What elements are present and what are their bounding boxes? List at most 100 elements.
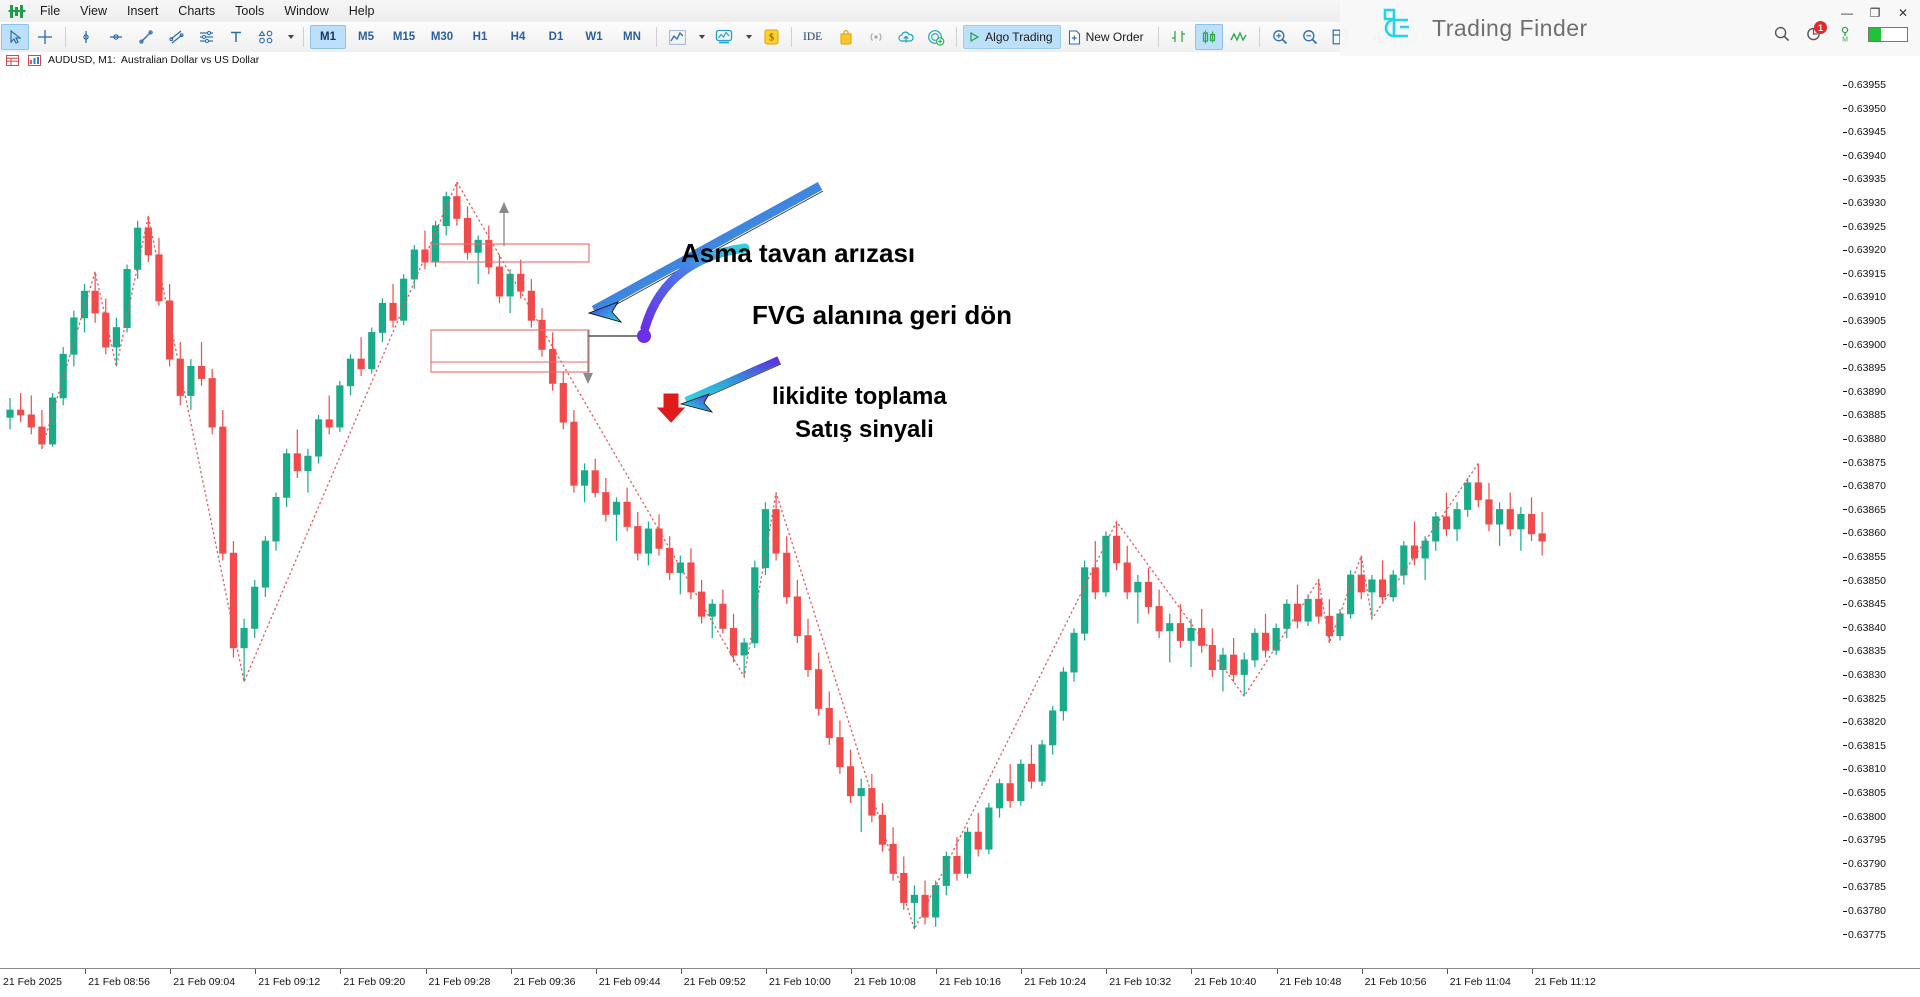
connection-status-icon[interactable]: М [1838,26,1852,42]
timeframe-m5[interactable]: M5 [348,25,384,49]
timeframe-m30[interactable]: M30 [424,25,460,49]
price-tick-label: 0.63875 [1843,457,1886,469]
price-tick-label: 0.63865 [1843,504,1886,516]
trading-finder-logo-icon [1378,8,1416,48]
time-tick-mark [1191,969,1193,974]
time-tick-label: 21 Feb 10:32 [1109,976,1172,988]
timeframe-mn[interactable]: MN [614,25,650,49]
time-tick-label: 21 Feb 09:04 [173,976,236,988]
crosshair-tool-button[interactable] [31,24,59,50]
trendline-tool-button[interactable] [132,24,160,50]
price-tick-label: 0.63840 [1843,622,1886,634]
time-tick-label: 21 Feb 09:20 [343,976,406,988]
ide-button[interactable]: IDE [798,25,830,49]
algo-trading-button[interactable]: Algo Trading [963,25,1061,49]
menu-charts[interactable]: Charts [169,1,224,21]
time-tick-label: 21 Feb 10:40 [1194,976,1257,988]
vertical-line-tool-button[interactable] [72,24,100,50]
market-watch-icon[interactable]: $ [757,24,785,50]
time-tick-mark [936,969,938,974]
channel-tool-button[interactable] [162,24,190,50]
order-block-box [430,329,590,373]
time-tick-mark [595,969,597,974]
notifications-icon[interactable]: 1 [1806,21,1827,42]
cursor-tool-button[interactable] [1,24,29,50]
horizontal-line-tool-button[interactable] [102,24,130,50]
notification-badge: 1 [1814,21,1827,34]
time-axis[interactable]: 21 Feb 2025 21 Feb 08:56 21 Feb 09:04 21 Fe… [0,968,1920,997]
chart-type-icon[interactable] [663,24,691,50]
time-tick-mark [1361,969,1363,974]
price-tick-label: 0.63835 [1843,645,1886,657]
menu-tools[interactable]: Tools [226,1,273,21]
chart-type-dropdown-icon[interactable] [693,24,708,50]
price-tick-label: 0.63940 [1843,150,1886,162]
fibonacci-tool-button[interactable] [192,24,220,50]
time-tick-mark [1531,969,1533,974]
vps-cloud-icon[interactable] [892,24,920,50]
chart-canvas[interactable]: Asma tavan arızası FVG alanına geri dön … [0,68,1844,968]
menu-window[interactable]: Window [275,1,337,21]
menu-insert[interactable]: Insert [118,1,167,21]
time-tick-mark [680,969,682,974]
minimize-button[interactable]: — [1840,6,1854,20]
close-button[interactable]: ✕ [1896,6,1910,20]
price-tick-label: 0.63815 [1843,740,1886,752]
market-bag-icon[interactable] [832,24,860,50]
timeframe-m15[interactable]: M15 [386,25,422,49]
time-tick-label: 21 Feb 09:44 [598,976,661,988]
timeframe-m1[interactable]: M1 [310,25,346,49]
signals-icon[interactable] [862,24,890,50]
indicators-dropdown-icon[interactable] [740,24,755,50]
time-tick-mark [510,969,512,974]
toolbar-separator-7 [1258,27,1260,47]
price-tick-label: 0.63915 [1843,268,1886,280]
toolbar-separator [65,27,66,47]
timeframe-h4[interactable]: H4 [500,25,536,49]
algo-trading-label: Algo Trading [985,30,1053,44]
indicators-icon[interactable] [710,24,738,50]
toolbar-separator-4 [791,27,792,47]
line-chart-icon[interactable] [1225,24,1253,50]
search-icon[interactable] [1774,26,1790,42]
window-controls: — ❐ ✕ [1840,6,1910,20]
price-tick-label: 0.63870 [1843,480,1886,492]
timeframe-h1[interactable]: H1 [462,25,498,49]
time-tick-mark [1446,969,1448,974]
restore-button[interactable]: ❐ [1868,6,1882,20]
time-tick-label: 21 Feb 09:52 [683,976,746,988]
price-axis[interactable]: 0.63955 0.63950 0.63945 0.63940 0.63935 0.639… [1843,68,1920,968]
menu-file[interactable]: File [31,1,69,21]
toolbar-separator-3 [656,27,657,47]
menu-help[interactable]: Help [340,1,384,21]
time-tick-label: 21 Feb 2025 [3,976,62,988]
price-tick-label: 0.63845 [1843,598,1886,610]
menu-view[interactable]: View [71,1,116,21]
price-tick-label: 0.63795 [1843,834,1886,846]
price-tick-label: 0.63930 [1843,197,1886,209]
timeframe-w1[interactable]: W1 [576,25,612,49]
new-order-button[interactable]: New Order [1063,25,1152,49]
time-tick-mark [1276,969,1278,974]
zoom-out-icon[interactable] [1296,24,1324,50]
shapes-tool-button[interactable] [252,24,280,50]
candlestick-plot [6,180,1546,931]
copy-trading-icon[interactable] [922,24,950,50]
price-tick-label: 0.63905 [1843,315,1886,327]
time-tick-label: 21 Feb 09:12 [258,976,321,988]
time-tick-label: 21 Feb 10:00 [768,976,831,988]
text-tool-button[interactable] [222,24,250,50]
annotation-asma-tavan-arizasi: Asma tavan arızası [681,238,916,268]
price-tick-label: 0.63780 [1843,905,1886,917]
timeframe-d1[interactable]: D1 [538,25,574,49]
time-tick-label: 21 Feb 10:56 [1364,976,1427,988]
time-tick-mark [1021,969,1023,974]
price-tick-label: 0.63945 [1843,126,1886,138]
chart-thumbnail-icon [28,54,41,66]
candlestick-chart-icon[interactable] [1194,24,1223,50]
shapes-dropdown-icon[interactable] [282,24,297,50]
new-order-icon [1068,29,1081,45]
bar-chart-icon[interactable] [1165,24,1193,50]
time-tick-label: 21 Feb 10:24 [1024,976,1087,988]
zoom-in-icon[interactable] [1266,24,1294,50]
